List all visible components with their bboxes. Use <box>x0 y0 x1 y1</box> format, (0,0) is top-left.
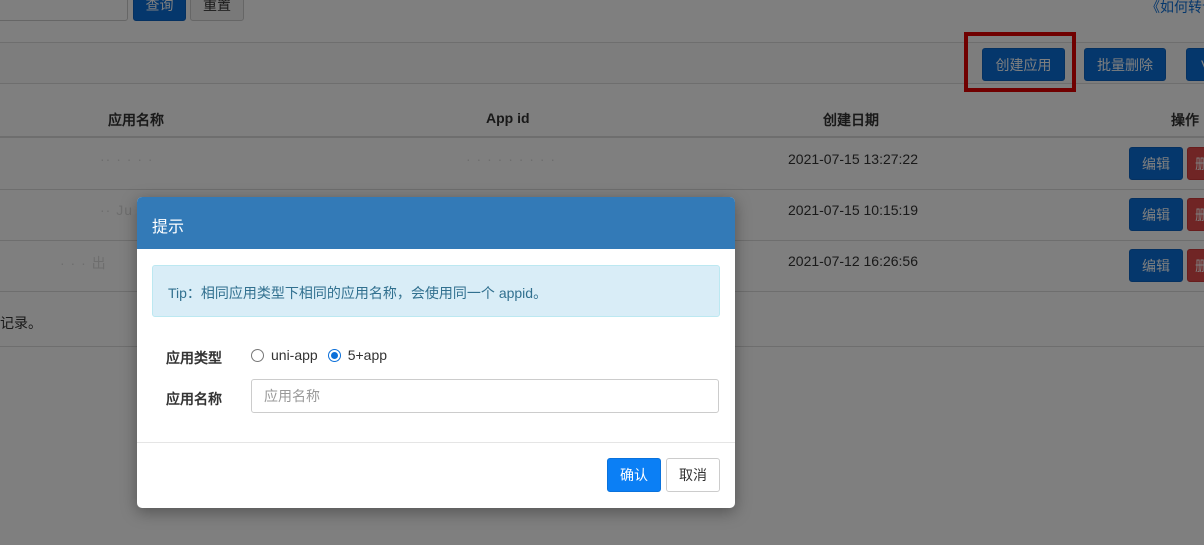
app-type-radio-group: uni-app 5+app <box>251 347 397 363</box>
radio-option-5plus-app[interactable]: 5+app <box>327 347 388 363</box>
dialog-footer: 确认 取消 <box>137 443 735 508</box>
radio-checked-icon[interactable] <box>327 348 341 362</box>
tip-alert: Tip：相同应用类型下相同的应用名称，会使用同一个 appid。 <box>152 265 720 317</box>
app-type-label: 应用类型 <box>166 350 222 366</box>
radio-label: uni-app <box>271 347 318 363</box>
radio-label: 5+app <box>347 347 388 363</box>
app-name-input[interactable] <box>251 379 719 413</box>
dialog-title: 提示 <box>137 197 735 249</box>
create-app-dialog: 提示 Tip：相同应用类型下相同的应用名称，会使用同一个 appid。 应用类型… <box>137 197 735 508</box>
confirm-button[interactable]: 确认 <box>607 458 661 492</box>
dialog-body: Tip：相同应用类型下相同的应用名称，会使用同一个 appid。 应用类型 un… <box>137 249 735 443</box>
cancel-button[interactable]: 取消 <box>666 458 720 492</box>
radio-option-uni-app[interactable]: uni-app <box>251 347 318 363</box>
app-name-label: 应用名称 <box>166 391 222 407</box>
radio-circle-icon[interactable] <box>251 348 264 362</box>
